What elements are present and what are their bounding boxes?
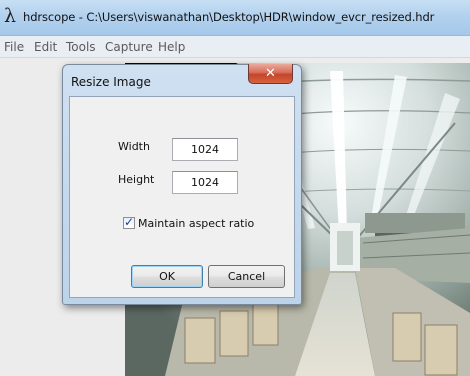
width-input[interactable]: 1024 <box>172 138 238 161</box>
height-label: Height <box>118 173 155 186</box>
height-input[interactable]: 1024 <box>172 171 238 194</box>
menu-help[interactable]: Help <box>158 40 185 54</box>
window-titlebar[interactable]: λ hdrscope - C:\Users\viswanathan\Deskto… <box>0 0 470 36</box>
checkmark-icon: ✓ <box>124 215 135 229</box>
dialog-close-button[interactable]: ✕ <box>248 64 293 84</box>
lambda-icon[interactable]: λ <box>4 6 16 26</box>
menu-capture[interactable]: Capture <box>105 40 153 54</box>
window-title: hdrscope - C:\Users\viswanathan\Desktop\… <box>23 10 435 24</box>
dialog-title: Resize Image <box>71 75 151 89</box>
maintain-aspect-checkbox[interactable]: ✓ <box>123 215 135 229</box>
close-icon: ✕ <box>265 66 276 81</box>
hdrscope-window: λ hdrscope - C:\Users\viswanathan\Deskto… <box>0 0 470 376</box>
menu-edit[interactable]: Edit <box>34 40 57 54</box>
resize-image-dialog: Resize Image ✕ Width 1024 Height 1024 ✓ … <box>62 64 302 305</box>
menu-bar: File Edit Tools Capture Help <box>0 36 470 58</box>
cancel-button[interactable]: Cancel <box>208 265 285 288</box>
dialog-body: Width 1024 Height 1024 ✓ Maintain aspect… <box>69 96 295 298</box>
menu-tools[interactable]: Tools <box>66 40 96 54</box>
menu-file[interactable]: File <box>4 40 24 54</box>
maintain-aspect-label[interactable]: Maintain aspect ratio <box>138 217 254 230</box>
ok-button[interactable]: OK <box>131 265 203 288</box>
width-label: Width <box>118 140 150 153</box>
